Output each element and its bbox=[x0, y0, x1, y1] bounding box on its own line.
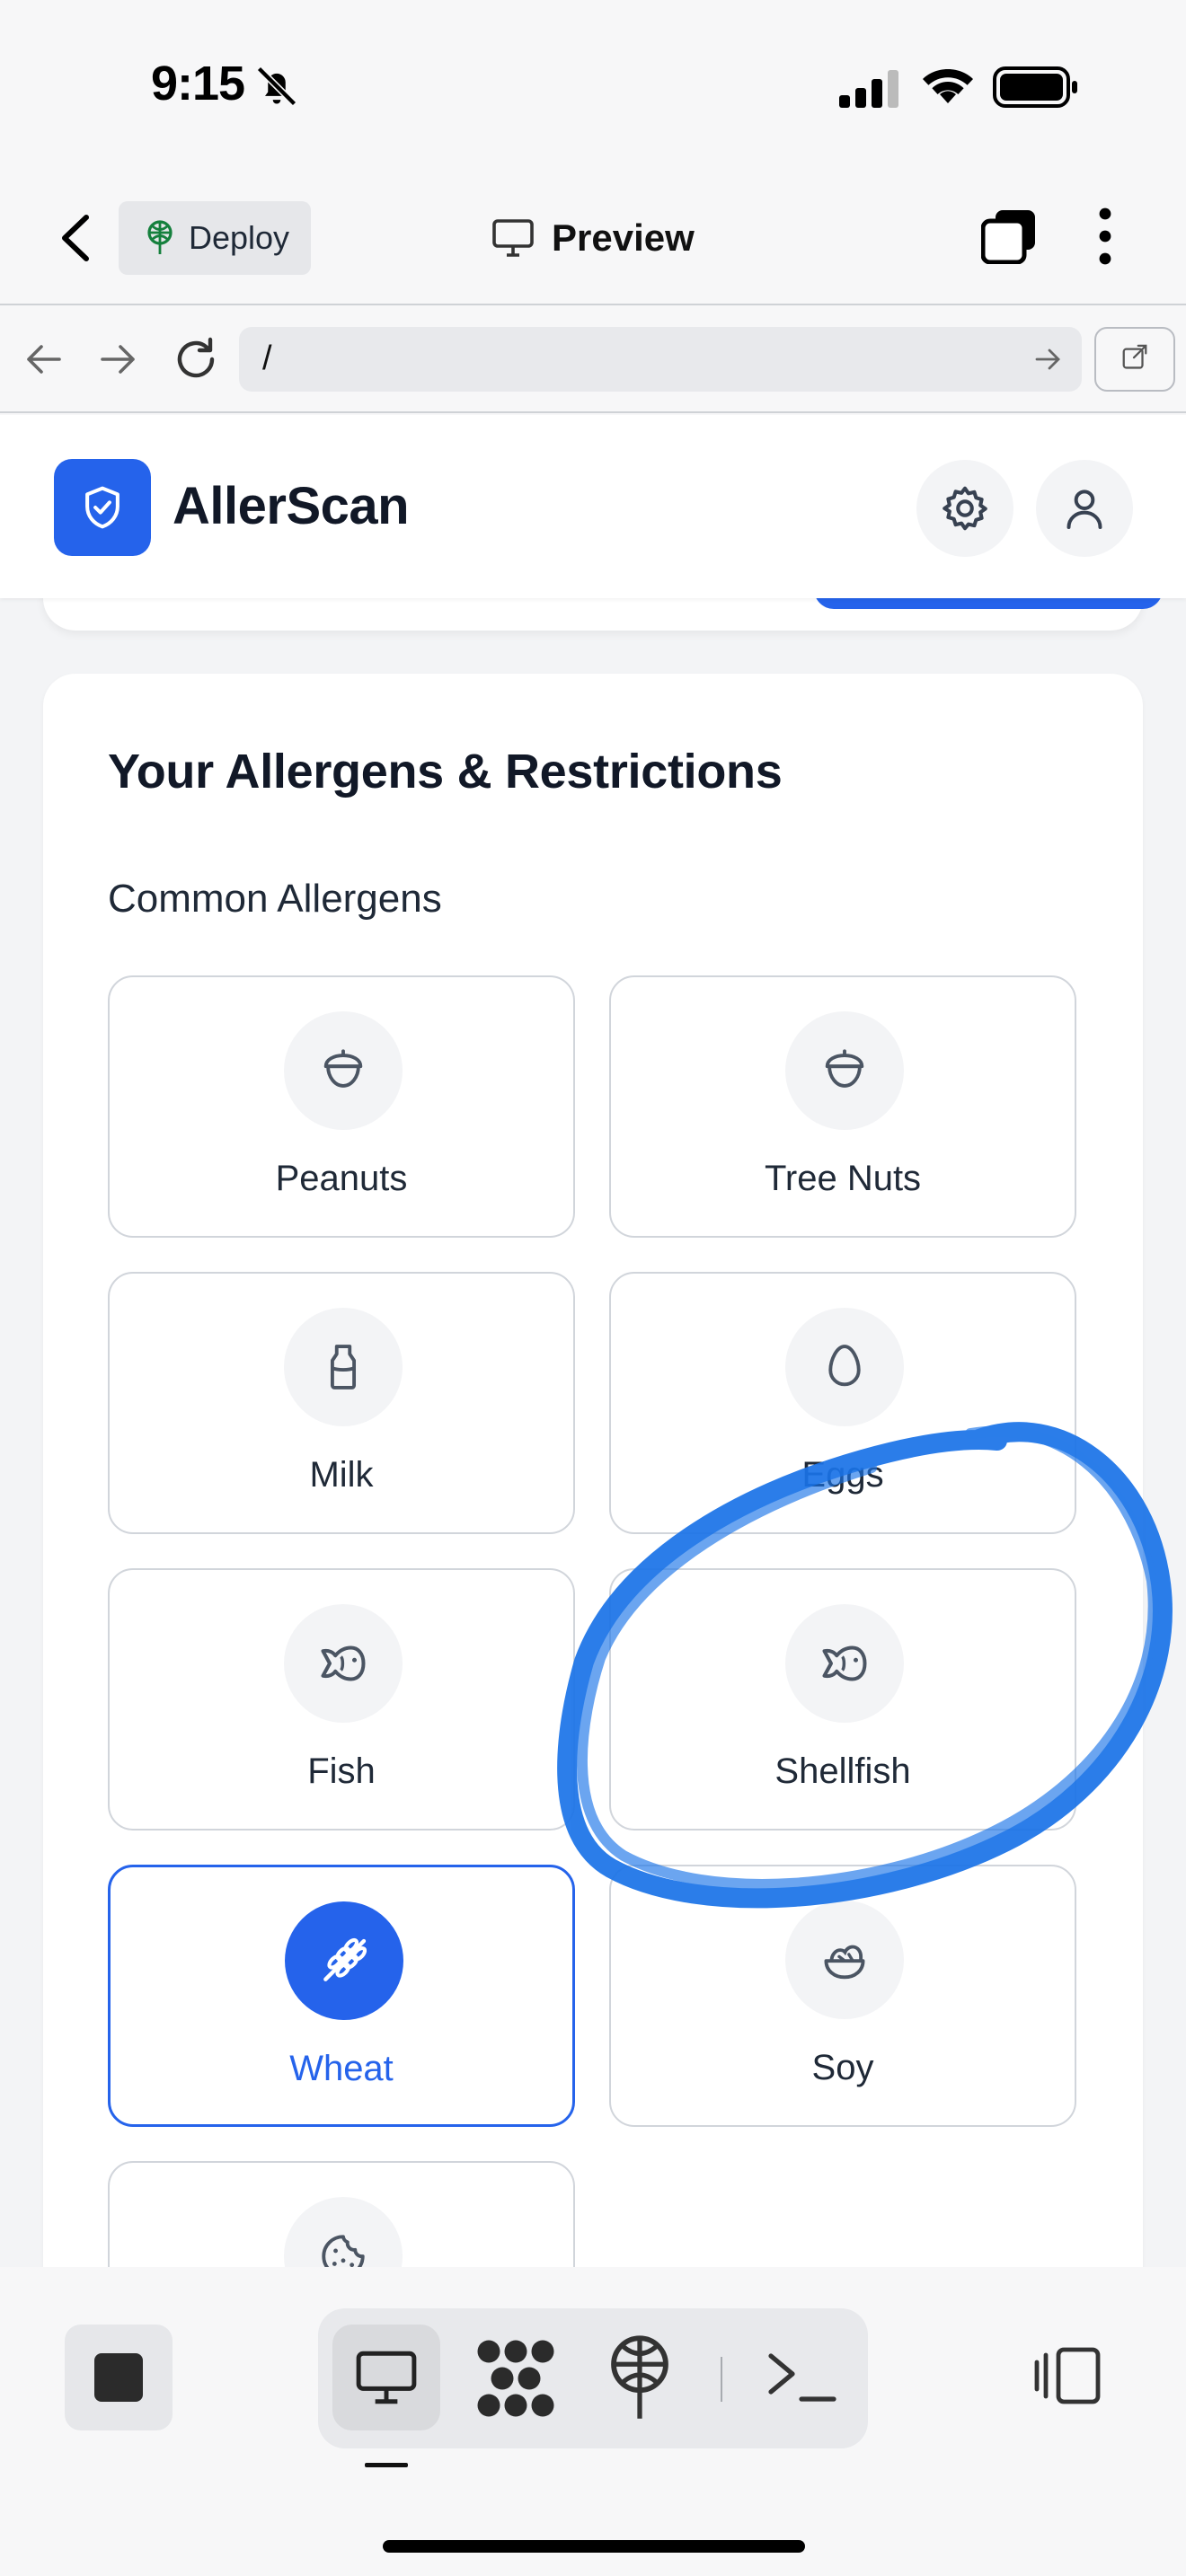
external-link-icon bbox=[1122, 344, 1147, 369]
workspace-tools-icon[interactable] bbox=[471, 2333, 561, 2423]
allergens-card: Your Allergens & Restrictions Common All… bbox=[43, 674, 1143, 2267]
allergen-label: Milk bbox=[309, 1455, 374, 1495]
allergen-tile-sesame[interactable] bbox=[108, 2161, 575, 2267]
bell-muted-icon bbox=[256, 66, 297, 107]
icon-circle bbox=[785, 1604, 904, 1723]
arrow-left-icon[interactable] bbox=[23, 341, 63, 377]
icon-circle bbox=[785, 1308, 904, 1426]
deploy-button[interactable]: Deploy bbox=[119, 201, 311, 275]
reload-icon[interactable] bbox=[173, 336, 219, 383]
cellular-signal-icon bbox=[839, 70, 898, 108]
soy-bowl-icon bbox=[824, 1945, 865, 1980]
browser-url-row: / bbox=[0, 307, 1186, 413]
shield-check-icon bbox=[85, 486, 119, 529]
user-profile-button[interactable] bbox=[1036, 460, 1133, 557]
icon-circle bbox=[785, 1901, 904, 2019]
monitor-icon bbox=[356, 2351, 417, 2404]
workspace-toolbar: Deploy Preview bbox=[0, 171, 1186, 305]
bottom-toolbar bbox=[0, 2267, 1186, 2576]
allergen-label: Eggs bbox=[801, 1455, 884, 1495]
app-header: AllerScan bbox=[0, 415, 1186, 598]
side-panel-icon[interactable] bbox=[1033, 2346, 1102, 2405]
allergen-tile-shellfish[interactable]: Shellfish bbox=[609, 1568, 1076, 1831]
url-input[interactable]: / bbox=[239, 327, 1082, 392]
allergen-tile-soy[interactable]: Soy bbox=[609, 1865, 1076, 2127]
status-time: 9:15 bbox=[151, 57, 245, 110]
preview-tool-button[interactable] bbox=[332, 2325, 440, 2430]
settings-button[interactable] bbox=[916, 460, 1013, 557]
allergen-label: Shellfish bbox=[774, 1751, 911, 1791]
fish-icon bbox=[321, 1645, 366, 1681]
status-bar: 9:15 bbox=[0, 0, 1186, 171]
stop-button[interactable] bbox=[65, 2325, 173, 2430]
allergen-label: Fish bbox=[307, 1751, 376, 1791]
deploy-label: Deploy bbox=[189, 219, 290, 256]
allergen-tile-peanuts[interactable]: Peanuts bbox=[108, 975, 575, 1238]
allergen-tile-fish[interactable]: Fish bbox=[108, 1568, 575, 1831]
allergen-label: Soy bbox=[811, 2048, 874, 2087]
tabs-switcher-icon[interactable] bbox=[981, 208, 1037, 264]
more-options-icon[interactable] bbox=[1094, 207, 1116, 266]
icon-circle bbox=[284, 2197, 403, 2267]
icon-circle bbox=[284, 1308, 403, 1426]
shell-terminal-icon[interactable] bbox=[766, 2344, 837, 2407]
icon-circle bbox=[284, 1604, 403, 1723]
milk-bottle-icon bbox=[330, 1345, 357, 1389]
app-title: AllerScan bbox=[173, 477, 410, 535]
go-arrow-icon[interactable] bbox=[1035, 347, 1062, 372]
preview-title: Preview bbox=[492, 212, 695, 264]
stop-icon bbox=[94, 2353, 143, 2402]
app-logo bbox=[54, 459, 151, 556]
icon-circle bbox=[785, 1011, 904, 1130]
user-icon bbox=[1067, 490, 1102, 529]
deploy-icon bbox=[147, 220, 173, 254]
nut-icon bbox=[825, 1049, 864, 1088]
allergens-title: Your Allergens & Restrictions bbox=[108, 745, 783, 798]
tool-switcher bbox=[318, 2308, 868, 2448]
icon-circle bbox=[284, 1011, 403, 1130]
open-external-button[interactable] bbox=[1094, 327, 1175, 392]
active-tool-indicator bbox=[365, 2463, 408, 2467]
wheat-icon bbox=[323, 1937, 367, 1981]
allergen-tile-tree-nuts[interactable]: Tree Nuts bbox=[609, 975, 1076, 1238]
battery-icon bbox=[993, 66, 1077, 108]
fish-icon bbox=[822, 1645, 867, 1681]
app-viewport: AllerScan Your Allergens & Restrictions … bbox=[0, 415, 1186, 2267]
back-chevron-icon[interactable] bbox=[54, 212, 99, 264]
allergen-tile-milk[interactable]: Milk bbox=[108, 1272, 575, 1534]
nut-icon bbox=[323, 1049, 363, 1088]
common-allergens-label: Common Allergens bbox=[108, 877, 442, 921]
wifi-icon bbox=[923, 69, 973, 103]
toolbar-divider bbox=[721, 2357, 722, 2402]
preview-label: Preview bbox=[552, 216, 695, 259]
cookie-icon bbox=[322, 2235, 365, 2267]
icon-circle bbox=[285, 1901, 403, 2020]
allergen-label: Peanuts bbox=[275, 1159, 408, 1198]
home-indicator bbox=[383, 2540, 805, 2553]
monitor-icon bbox=[492, 219, 534, 257]
allergen-tile-eggs[interactable]: Eggs bbox=[609, 1272, 1076, 1534]
gear-icon bbox=[943, 486, 987, 531]
allergen-tile-wheat[interactable]: Wheat bbox=[108, 1865, 575, 2127]
egg-icon bbox=[828, 1345, 861, 1387]
url-text: / bbox=[262, 340, 272, 377]
arrow-right-icon[interactable] bbox=[99, 341, 138, 377]
deploy-icon[interactable] bbox=[604, 2333, 676, 2423]
allergen-label: Wheat bbox=[289, 2049, 394, 2088]
allergen-label: Tree Nuts bbox=[764, 1159, 922, 1198]
